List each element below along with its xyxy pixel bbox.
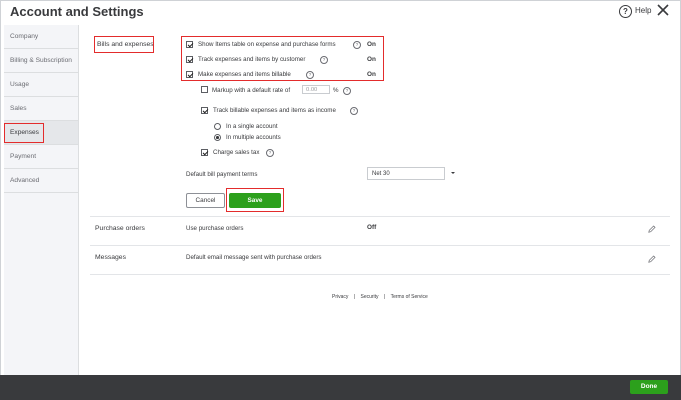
pencil-edit-icon[interactable] bbox=[648, 225, 656, 233]
markup-checkbox[interactable] bbox=[201, 86, 208, 93]
sales-tax-checkbox[interactable] bbox=[201, 149, 208, 156]
sidebar-item-expenses[interactable]: Expenses bbox=[4, 121, 78, 145]
track-by-customer-label: Track expenses and items by customer bbox=[198, 56, 306, 63]
track-by-customer-status: On bbox=[367, 56, 376, 63]
help-question-icon[interactable]: ? bbox=[350, 107, 358, 115]
help-question-icon[interactable]: ? bbox=[306, 71, 314, 79]
dialog-frame bbox=[0, 0, 681, 400]
billable-checkbox[interactable] bbox=[186, 71, 193, 78]
purchase-orders-option: Use purchase orders bbox=[186, 225, 244, 232]
track-income-label: Track billable expenses and items as inc… bbox=[213, 107, 336, 114]
sidebar-item-advanced[interactable]: Advanced bbox=[4, 169, 78, 193]
pencil-edit-icon[interactable] bbox=[648, 255, 656, 263]
sidebar-item-company[interactable]: Company bbox=[4, 25, 78, 49]
show-items-table-checkbox[interactable] bbox=[186, 41, 193, 48]
billable-status: On bbox=[367, 71, 376, 78]
save-button[interactable]: Save bbox=[229, 193, 281, 208]
show-items-table-label: Show Items table on expense and purchase… bbox=[198, 41, 336, 48]
help-question-icon[interactable]: ? bbox=[343, 87, 351, 95]
close-icon[interactable] bbox=[656, 3, 670, 17]
sidebar-item-sales[interactable]: Sales bbox=[4, 97, 78, 121]
multiple-accounts-label: In multiple accounts bbox=[226, 134, 281, 141]
sidebar-item-payment[interactable]: Payment bbox=[4, 145, 78, 169]
percent-unit: % bbox=[333, 87, 339, 94]
help-question-icon[interactable]: ? bbox=[353, 41, 361, 49]
sales-tax-label: Charge sales tax bbox=[213, 149, 260, 156]
single-account-radio[interactable] bbox=[214, 123, 221, 130]
footer-links: Privacy | Security | Terms of Service bbox=[332, 294, 428, 300]
markup-label: Markup with a default rate of bbox=[212, 87, 291, 94]
sidebar-item-billing-subscription[interactable]: Billing & Subscription bbox=[4, 49, 78, 73]
track-by-customer-checkbox[interactable] bbox=[186, 56, 193, 63]
multiple-accounts-radio[interactable] bbox=[214, 134, 221, 141]
section-divider bbox=[90, 245, 670, 246]
page-title: Account and Settings bbox=[10, 4, 144, 19]
done-button[interactable]: Done bbox=[630, 380, 668, 394]
billable-label: Make expenses and items billable bbox=[198, 71, 291, 78]
security-link[interactable]: Security bbox=[361, 294, 379, 300]
help-icon[interactable]: ? bbox=[619, 5, 632, 18]
track-income-checkbox[interactable] bbox=[201, 107, 208, 114]
footer-separator: | bbox=[353, 294, 356, 300]
footer-separator: | bbox=[383, 294, 386, 300]
settings-sidebar: Company Billing & Subscription Usage Sal… bbox=[4, 25, 79, 375]
markup-rate-input[interactable]: 0.00 bbox=[302, 85, 330, 94]
section-label-bills-expenses: Bills and expenses bbox=[97, 41, 154, 48]
cancel-button[interactable]: Cancel bbox=[186, 193, 225, 208]
single-account-label: In a single account bbox=[226, 123, 278, 130]
help-question-icon[interactable]: ? bbox=[266, 149, 274, 157]
section-label-messages: Messages bbox=[95, 254, 126, 261]
privacy-link[interactable]: Privacy bbox=[332, 294, 348, 300]
section-label-purchase-orders: Purchase orders bbox=[95, 225, 145, 232]
section-divider bbox=[90, 274, 670, 275]
bottom-bar bbox=[0, 375, 681, 400]
purchase-orders-status: Off bbox=[367, 224, 377, 231]
help-link[interactable]: Help bbox=[635, 6, 651, 15]
section-divider bbox=[90, 216, 670, 217]
terms-link[interactable]: Terms of Service bbox=[391, 294, 428, 300]
sidebar-item-usage[interactable]: Usage bbox=[4, 73, 78, 97]
messages-option: Default email message sent with purchase… bbox=[186, 254, 322, 261]
dialog-header: Account and Settings ? Help bbox=[0, 0, 681, 24]
chevron-down-icon[interactable] bbox=[451, 172, 455, 174]
payment-terms-select[interactable]: Net 30 bbox=[367, 167, 445, 180]
show-items-table-status: On bbox=[367, 41, 376, 48]
help-question-icon[interactable]: ? bbox=[320, 56, 328, 64]
payment-terms-label: Default bill payment terms bbox=[186, 171, 258, 178]
